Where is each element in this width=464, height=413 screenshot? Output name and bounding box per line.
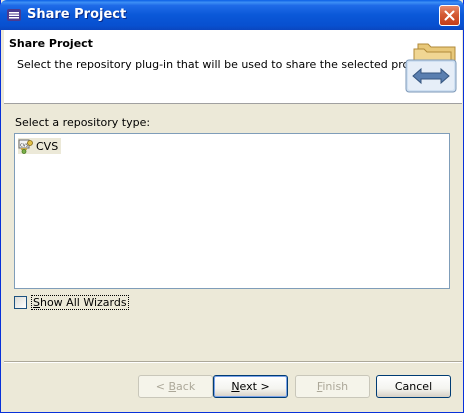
share-project-dialog: Share Project Share Project Select the r… [0, 0, 464, 413]
close-button[interactable] [439, 5, 460, 26]
page-description: Select the repository plug-in that will … [17, 58, 433, 71]
repository-type-list[interactable]: cvs CVS [14, 133, 450, 289]
window-title: Share Project [27, 7, 127, 22]
back-button[interactable]: < Back [138, 375, 213, 398]
cvs-icon: cvs [18, 139, 33, 154]
list-item-cvs[interactable]: cvs CVS [18, 138, 62, 154]
repository-type-label: Select a repository type: [15, 116, 151, 129]
show-all-wizards-label[interactable]: Show All Wizards [31, 295, 129, 310]
cancel-button[interactable]: Cancel [376, 375, 451, 398]
button-bar-separator [4, 361, 462, 363]
eclipse-icon [7, 9, 21, 21]
show-all-wizards-checkbox[interactable] [14, 296, 27, 309]
show-all-wizards-row[interactable]: Show All Wizards [14, 295, 129, 310]
title-bar[interactable]: Share Project [0, 0, 464, 30]
page-title: Share Project [9, 37, 93, 50]
close-icon [444, 10, 455, 21]
share-folders-icon [405, 43, 457, 93]
list-item-label: CVS [36, 139, 59, 153]
wizard-header: Share Project Select the repository plug… [4, 30, 462, 104]
finish-button[interactable]: Finish [295, 375, 370, 398]
next-button[interactable]: Next > [213, 375, 288, 398]
